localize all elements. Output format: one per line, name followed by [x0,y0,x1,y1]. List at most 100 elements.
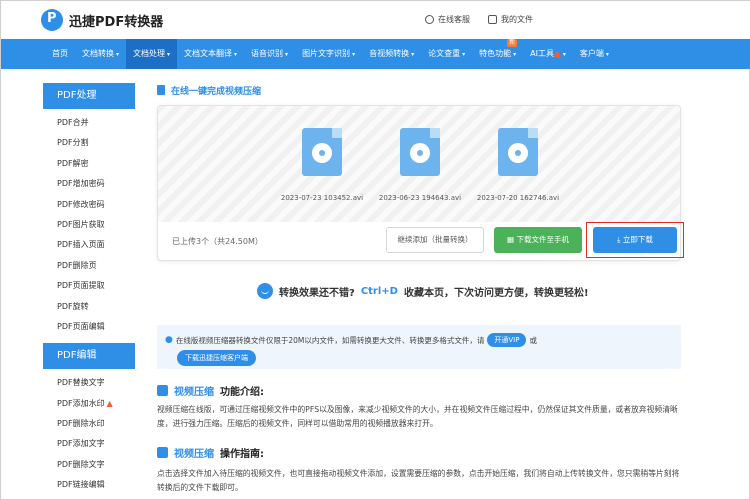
file-item[interactable]: 2023-07-23 103452.avi [272,128,372,202]
chevron-down-icon: ▾ [116,51,120,58]
logo[interactable]: 迅捷PDF转换器 [41,9,163,31]
sidebar-item-pdf-change-password[interactable]: PDF修改密码 [43,195,135,215]
button-label: 下载文件至手机 [516,235,569,244]
intro-heading-rest: 功能介绍: [220,387,264,398]
download-to-phone-button[interactable]: ▦ 下载文件至手机 [494,227,582,253]
intro-text: 视频压缩在线版，可通过压缩视频文件中的PFS以及图像，来减少视频文件的大小，并在… [157,405,678,428]
new-badge: 新 [507,39,518,47]
nav-paper-check[interactable]: 论文查重 ▾ [421,39,472,69]
nav-doc-process[interactable]: 文档处理 ▾ [126,39,178,69]
sidebar-item-pdf-extract-page[interactable]: PDF页面提取 [43,276,135,296]
download-client-button[interactable]: 下载迅捷压缩客户端 [177,350,256,366]
sidebar-item-pdf-delete-page[interactable]: PDF删除页 [43,256,135,276]
nav-translate[interactable]: 文档文本翻译 ▾ [177,39,244,69]
sidebar-item-pdf-remove-watermark[interactable]: PDF删除水印 [43,414,135,434]
bookmark-promo: 转换效果还不错? Ctrl+D 收藏本页，下次访问更方便，转换更轻松! [257,283,589,299]
file-name: 2023-07-23 103452.avi [280,194,364,202]
chevron-down-icon: ▾ [562,51,566,58]
file-item[interactable]: 2023-06-23 194643.avi [370,128,470,202]
guide-heading-rest: 操作指南: [220,449,264,460]
nav-home[interactable]: 首页 [45,39,75,69]
open-vip-button[interactable]: 开通VIP [487,333,527,347]
top-header: 迅捷PDF转换器 在线客服 我的文件 [1,1,750,39]
info-icon [157,385,168,396]
section-title: 在线一键完成视频压缩 [157,83,681,97]
sidebar-item-pdf-decrypt[interactable]: PDF解密 [43,154,135,174]
nav-label: 文档处理 [133,49,166,58]
fire-icon: ▲ [553,49,561,59]
nav-ocr[interactable]: 图片文字识别 ▾ [295,39,362,69]
chevron-down-icon: ▾ [411,51,415,58]
chevron-down-icon: ▾ [352,51,356,58]
chevron-down-icon: ▾ [605,51,609,58]
nav-label: AI工具 [530,49,554,58]
chevron-down-icon: ▾ [167,51,171,58]
continue-add-button[interactable]: 继续添加（批量转换） [386,227,484,253]
sidebar-item-pdf-split[interactable]: PDF分割 [43,133,135,153]
customer-service-link[interactable]: 在线客服 [425,14,470,25]
file-name: 2023-07-20 162746.avi [476,194,560,202]
promo-hotkey: Ctrl+D [360,285,398,297]
upload-info: 已上传3个（共24.50M） [172,237,263,246]
nav-client[interactable]: 客户端 ▾ [573,39,616,69]
size-limit-notice: ● 在线版视频压缩器转换文件仅限于20M以内文件，如需转换更大文件、转换更多格式… [157,325,681,369]
my-files-link[interactable]: 我的文件 [488,14,533,25]
guide-icon [157,447,168,458]
nav-av[interactable]: 音视频转换 ▾ [362,39,421,69]
nav-label: 特色功能 [479,49,512,58]
nav-ai-tools[interactable]: AI工具▲ ▾ [523,39,573,69]
video-file-icon [400,128,440,176]
smile-icon [257,283,273,299]
sidebar-item-pdf-insert-page[interactable]: PDF插入页面 [43,235,135,255]
logo-icon [41,9,63,31]
chevron-down-icon: ▾ [513,51,517,58]
sidebar-item-pdf-add-password[interactable]: PDF增加密码 [43,174,135,194]
video-file-icon [302,128,342,176]
sidebar-item-pdf-delete-text[interactable]: PDF删除文字 [43,455,135,475]
chevron-down-icon: ▾ [285,51,289,58]
nav-label: 语音识别 [251,49,284,58]
nav-label: 图片文字识别 [302,49,351,58]
sidebar-item-pdf-extract-images[interactable]: PDF图片获取 [43,215,135,235]
chevron-down-icon: ▾ [234,51,238,58]
file-icon [488,15,497,24]
sidebar-group-pdf-process: PDF处理 [43,83,135,109]
nav-label: 文档转换 [82,49,114,58]
sidebar-item-pdf-replace-text[interactable]: PDF替换文字 [43,373,135,393]
notice-or: 或 [529,335,537,345]
nav-label: 论文查重 [428,49,461,58]
sidebar-item-pdf-link-edit[interactable]: PDF链接编辑 [43,475,135,495]
logo-text: 迅捷PDF转换器 [69,14,164,30]
nav-label: 文档文本翻译 [184,49,233,58]
download-button[interactable]: ⤓ 立即下载 [593,227,677,253]
nav-features[interactable]: 新特色功能 ▾ [472,39,523,69]
sidebar-item-pdf-add-watermark[interactable]: PDF添加水印 ▲ [43,394,135,414]
nav-speech[interactable]: 语音识别 ▾ [244,39,295,69]
sidebar-item-pdf-page-edit[interactable]: PDF页面编辑 [43,317,135,337]
sidebar-item-pdf-add-text[interactable]: PDF添加文字 [43,434,135,454]
main-nav: 首页 文档转换 ▾ 文档处理 ▾ 文档文本翻译 ▾ 语音识别 ▾ 图片文字识别 ▾ 音视频… [1,39,750,69]
button-label: 立即下载 [622,235,653,244]
guide-text: 点击选择文件加入待压缩的视频文件，也可直接拖动视频文件添加，设置需要压缩的参数，… [157,469,680,492]
file-item[interactable]: 2023-07-20 162746.avi [468,128,568,202]
top-links: 在线客服 我的文件 [425,14,533,25]
nav-doc-convert[interactable]: 文档转换 ▾ [75,39,126,69]
download-highlight-box: ⤓ 立即下载 [586,222,684,258]
sidebar-item-label: PDF添加水印 [57,398,105,408]
nav-label: 客户端 [579,49,604,58]
guide-heading: 视频压缩 操作指南: [157,445,264,460]
intro-heading: 视频压缩 功能介绍: [157,383,264,398]
sidebar-item-pdf-rotate[interactable]: PDF旋转 [43,297,135,317]
promo-suffix: 收藏本页，下次访问更方便，转换更轻松! [403,287,589,299]
file-drop-area[interactable]: 2023-07-23 103452.avi 2023-06-23 194643.… [158,106,680,222]
headset-icon [425,15,434,24]
document-icon [157,85,165,95]
main-content: 在线一键完成视频压缩 2023-07-23 103452.avi 2023-06… [157,83,684,492]
sidebar-item-pdf-merge[interactable]: PDF合并 [43,113,135,133]
nav-label: 首页 [52,49,68,58]
intro-heading-blue: 视频压缩 [174,387,214,398]
fire-icon: ▲ [106,398,113,408]
my-files-label: 我的文件 [501,15,533,24]
nav-label: 音视频转换 [369,49,410,58]
notice-text: 在线版视频压缩器转换文件仅限于20M以内文件，如需转换更大文件、转换更多格式文件… [175,335,485,345]
